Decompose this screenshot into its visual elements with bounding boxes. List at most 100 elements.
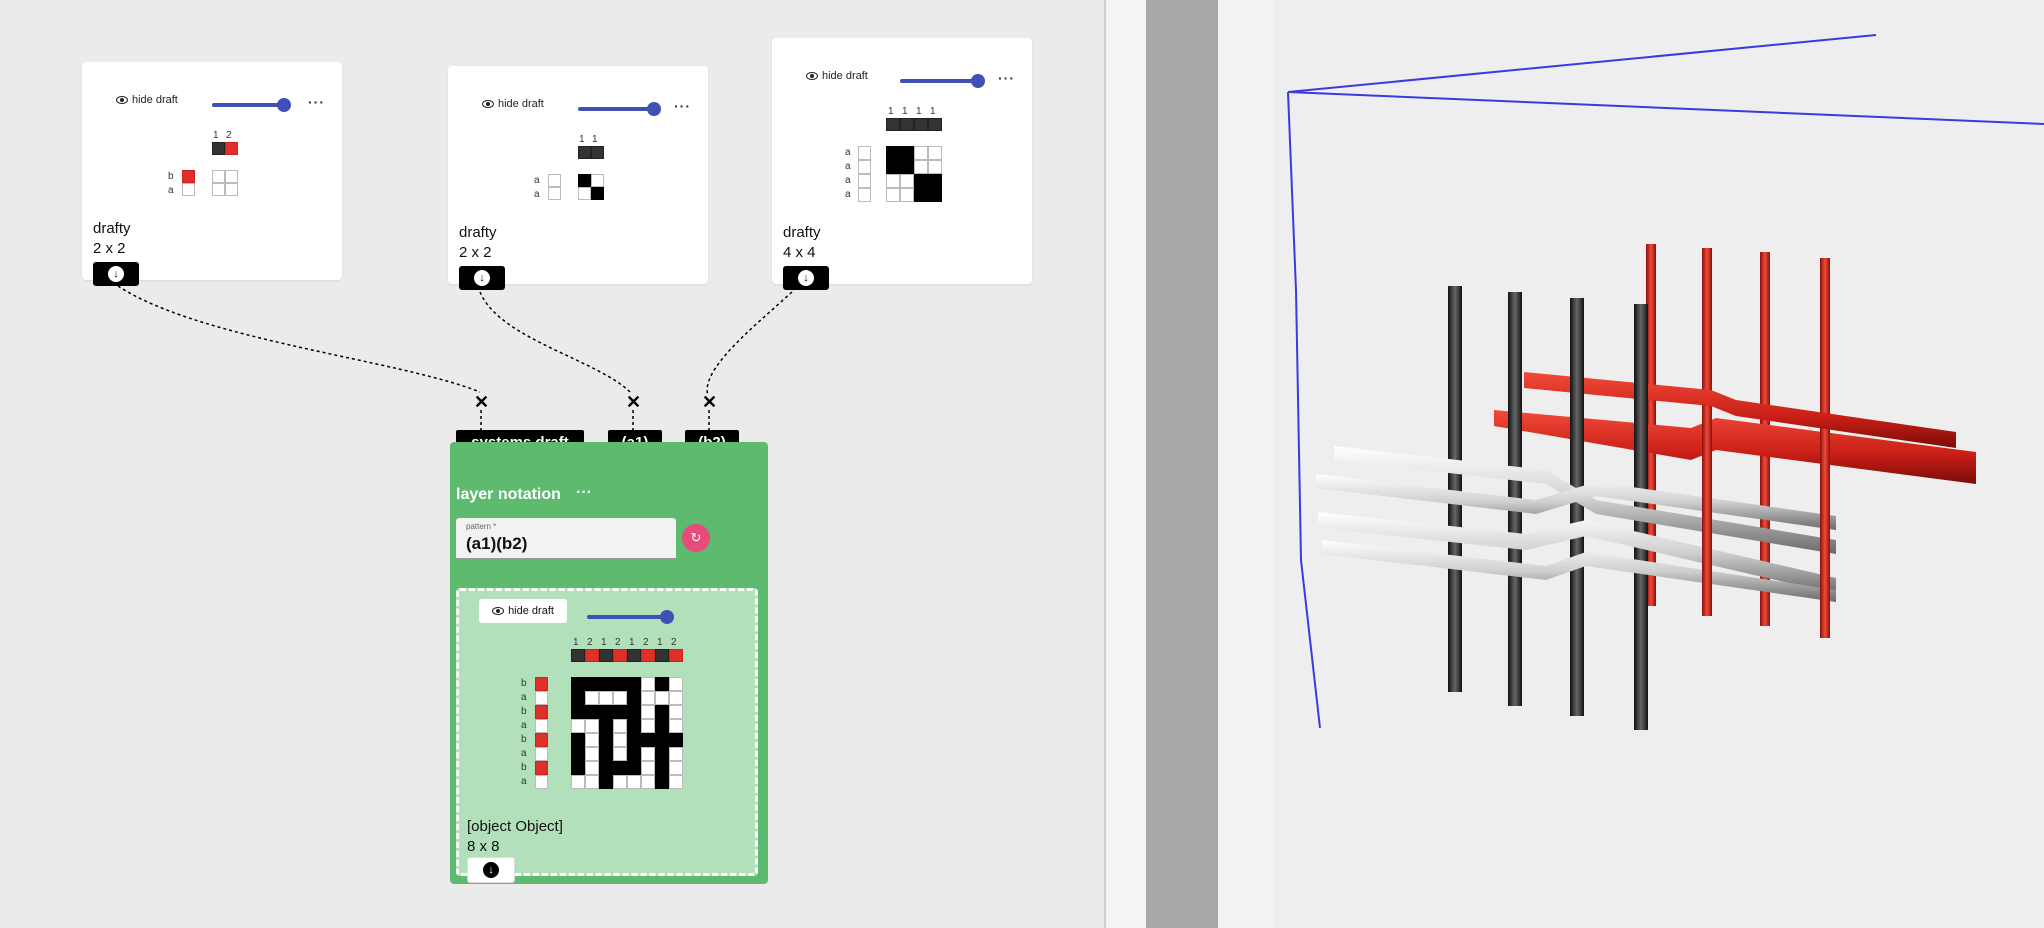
weft-color-cell[interactable] [182, 183, 195, 196]
weft-color-cell[interactable] [535, 733, 548, 747]
draft-cell[interactable] [914, 146, 928, 160]
draft-cell[interactable] [599, 719, 613, 733]
draft-node-3[interactable]: hide draft ··· 1 1 1 1 a a a a drafty 4 … [772, 38, 1032, 290]
draft-editor-canvas[interactable]: hide draft ··· 1 2 b a drafty 2 x 2 ↓ hi… [0, 0, 1104, 928]
warp-color-cell[interactable] [928, 118, 942, 131]
draft-cell[interactable] [571, 747, 585, 761]
draft-cell[interactable] [886, 160, 900, 174]
weft-color-column[interactable] [182, 170, 195, 196]
draft-cell[interactable] [627, 775, 641, 789]
draft-cell[interactable] [585, 761, 599, 775]
weft-color-cell[interactable] [858, 160, 871, 174]
draft-cell[interactable] [571, 719, 585, 733]
draft-cell[interactable] [571, 761, 585, 775]
draft-cell[interactable] [928, 146, 942, 160]
layer-notation-operation[interactable]: layer notation ··· pattern * (a1)(b2) ↻ … [450, 442, 768, 884]
weave-3d-render[interactable] [1146, 0, 2044, 928]
warp-color-cell[interactable] [599, 649, 613, 662]
weft-color-cell[interactable] [535, 719, 548, 733]
draft-cell[interactable] [212, 170, 225, 183]
weft-color-cell[interactable] [535, 761, 548, 775]
weft-color-column[interactable] [548, 174, 561, 200]
warp-color-cell[interactable] [655, 649, 669, 662]
draft-cell[interactable] [914, 188, 928, 202]
draft-cell[interactable] [627, 677, 641, 691]
draft-cell[interactable] [599, 747, 613, 761]
draft-cell[interactable] [655, 747, 669, 761]
weft-color-column[interactable] [858, 146, 871, 202]
draft-cell[interactable] [914, 160, 928, 174]
draft-cell[interactable] [655, 719, 669, 733]
download-button[interactable]: ↓ [93, 262, 139, 286]
draft-cell[interactable] [641, 733, 655, 747]
hide-draft-toggle[interactable]: hide draft [482, 98, 544, 110]
zoom-slider[interactable] [578, 102, 661, 116]
weft-color-cell[interactable] [535, 775, 548, 789]
weft-color-cell[interactable] [535, 705, 548, 719]
warp-color-cell[interactable] [212, 142, 225, 155]
draft-cell[interactable] [627, 747, 641, 761]
warp-color-cell[interactable] [613, 649, 627, 662]
draft-cell[interactable] [613, 747, 627, 761]
draft-cell[interactable] [655, 677, 669, 691]
draft-cell[interactable] [591, 174, 604, 187]
draft-cell[interactable] [599, 677, 613, 691]
download-button[interactable]: ↓ [459, 266, 505, 290]
disconnect-icon[interactable]: ✕ [474, 393, 489, 411]
warp-color-row[interactable] [886, 118, 942, 131]
warp-color-cell[interactable] [669, 649, 683, 662]
draft-cell[interactable] [641, 719, 655, 733]
warp-color-cell[interactable] [627, 649, 641, 662]
draft-cell[interactable] [669, 705, 683, 719]
pattern-input[interactable]: pattern * (a1)(b2) [456, 518, 676, 559]
draft-cell[interactable] [655, 705, 669, 719]
warp-color-cell[interactable] [585, 649, 599, 662]
draft-cell[interactable] [669, 775, 683, 789]
draft-cell[interactable] [669, 747, 683, 761]
draft-cell[interactable] [613, 691, 627, 705]
draft-cell[interactable] [886, 188, 900, 202]
draft-cell[interactable] [585, 691, 599, 705]
zoom-slider[interactable] [212, 98, 291, 112]
weft-color-cell[interactable] [535, 677, 548, 691]
draft-cell[interactable] [613, 677, 627, 691]
draft-cell[interactable] [225, 170, 238, 183]
draft-cell[interactable] [655, 761, 669, 775]
draft-node-1[interactable]: hide draft ··· 1 2 b a drafty 2 x 2 ↓ [82, 62, 342, 286]
hide-draft-toggle[interactable]: hide draft [116, 94, 178, 106]
weft-color-cell[interactable] [858, 174, 871, 188]
draft-cell[interactable] [627, 719, 641, 733]
warp-color-cell[interactable] [578, 146, 591, 159]
draft-cell[interactable] [627, 691, 641, 705]
draft-cell[interactable] [669, 691, 683, 705]
draft-grid[interactable] [571, 677, 683, 789]
weft-color-cell[interactable] [858, 188, 871, 202]
draft-cell[interactable] [928, 188, 942, 202]
draft-cell[interactable] [585, 677, 599, 691]
draft-cell[interactable] [613, 705, 627, 719]
draft-cell[interactable] [599, 775, 613, 789]
warp-color-cell[interactable] [641, 649, 655, 662]
draft-cell[interactable] [571, 677, 585, 691]
3d-simulation-view[interactable] [1146, 0, 2044, 928]
draft-cell[interactable] [225, 183, 238, 196]
warp-color-cell[interactable] [591, 146, 604, 159]
draft-cell[interactable] [571, 705, 585, 719]
slider-thumb[interactable] [660, 610, 674, 624]
draft-cell[interactable] [900, 174, 914, 188]
draft-cell[interactable] [571, 775, 585, 789]
disconnect-icon[interactable]: ✕ [702, 393, 717, 411]
hide-draft-toggle[interactable]: hide draft [479, 599, 567, 623]
zoom-slider[interactable] [587, 610, 674, 624]
draft-cell[interactable] [613, 761, 627, 775]
draft-cell[interactable] [627, 761, 641, 775]
draft-cell[interactable] [585, 733, 599, 747]
draft-cell[interactable] [641, 761, 655, 775]
draft-cell[interactable] [599, 691, 613, 705]
draft-cell[interactable] [599, 733, 613, 747]
draft-cell[interactable] [641, 705, 655, 719]
more-options-button[interactable]: ··· [998, 70, 1015, 86]
download-button[interactable]: ↓ [467, 857, 515, 883]
draft-cell[interactable] [578, 174, 591, 187]
draft-cell[interactable] [655, 775, 669, 789]
